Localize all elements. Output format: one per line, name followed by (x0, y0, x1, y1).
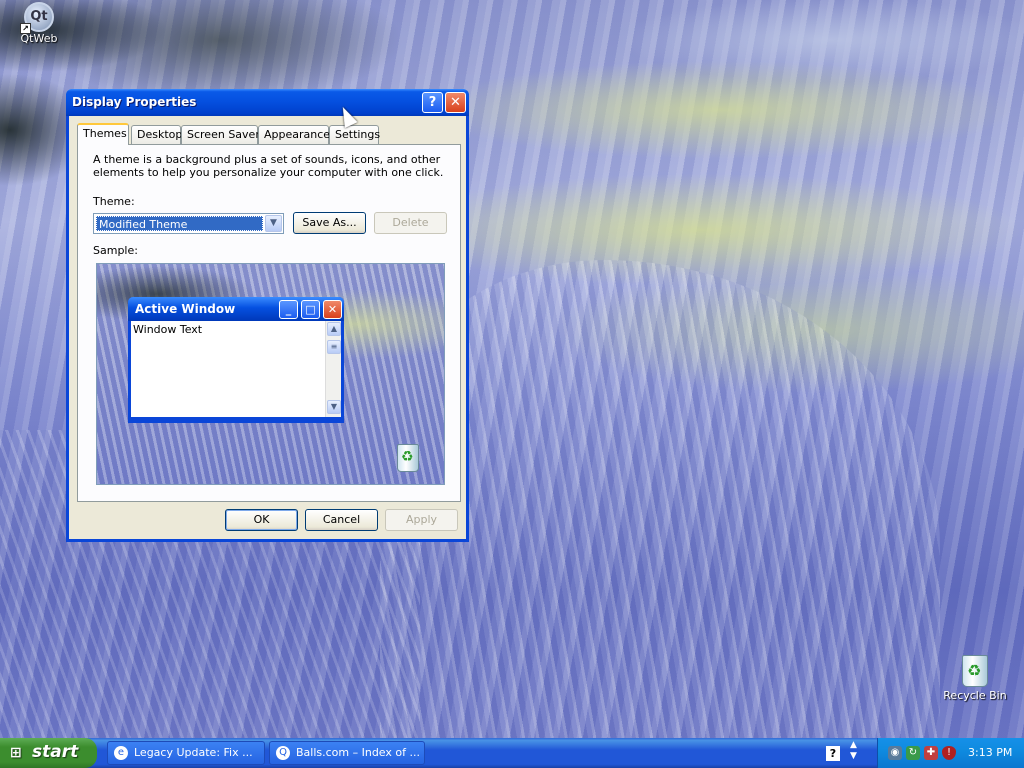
delete-button: Delete (374, 212, 447, 234)
windows-flag-icon: ⊞ (10, 745, 22, 761)
network-icon[interactable]: ◉ (888, 746, 902, 760)
system-tray: ◉ ↻ ✚ ! 3:13 PM (877, 738, 1024, 768)
taskbar-scroll-icon[interactable]: ▲ ▼ (850, 740, 857, 762)
sample-window-title: Active Window (135, 302, 236, 316)
display-properties-dialog: Display Properties ? ✕ Themes Desktop Sc… (66, 89, 469, 542)
theme-label: Theme: (93, 195, 135, 208)
tab-appearance[interactable]: Appearance (258, 125, 330, 144)
clock[interactable]: 3:13 PM (968, 746, 1012, 759)
desktop-icon-recycle-bin[interactable]: Recycle Bin (940, 655, 1010, 702)
close-button[interactable]: ✕ (445, 92, 466, 113)
update-icon[interactable]: ↻ (906, 746, 920, 760)
taskbar-item-label: Legacy Update: Fix ... (134, 746, 253, 759)
themes-tab-panel: A theme is a background plus a set of so… (77, 144, 461, 502)
scroll-thumb: ≡ (327, 340, 341, 354)
tab-screen-saver[interactable]: Screen Saver (181, 125, 260, 144)
chevron-down-icon[interactable]: ▼ (265, 215, 282, 232)
cancel-button[interactable]: Cancel (305, 509, 378, 531)
dialog-titlebar[interactable]: Display Properties ? ✕ (66, 89, 469, 116)
tab-themes[interactable]: Themes (77, 123, 129, 145)
intro-text: A theme is a background plus a set of so… (93, 153, 444, 179)
scroll-up-icon: ▲ (327, 322, 341, 336)
taskbar-item-balls-com[interactable]: Q Balls.com – Index of ... (269, 741, 425, 765)
browser-icon: e (114, 746, 128, 760)
start-label: start (32, 742, 79, 762)
tab-settings[interactable]: Settings (329, 125, 380, 144)
sample-window-text: Window Text (133, 323, 203, 336)
dialog-title: Display Properties (72, 95, 197, 109)
sample-recycle-bin-icon (397, 444, 419, 472)
apply-button: Apply (385, 509, 458, 531)
help-icon[interactable]: ? (826, 746, 840, 761)
taskbar-item-label: Balls.com – Index of ... (296, 746, 420, 759)
sample-window-body: Window Text ▲ ≡ ▼ (131, 321, 341, 417)
tab-desktop[interactable]: Desktop (131, 125, 182, 144)
theme-dropdown-value: Modified Theme (96, 216, 263, 231)
ok-button[interactable]: OK (225, 509, 298, 531)
shield-icon[interactable]: ! (942, 746, 956, 760)
taskbar-item-legacy-update[interactable]: e Legacy Update: Fix ... (107, 741, 265, 765)
minimize-icon: _ (279, 300, 298, 319)
shortcut-arrow-icon: ↗ (20, 23, 31, 34)
dialog-client-area: Themes Desktop Screen Saver Appearance S… (69, 116, 466, 539)
desktop-icon-label: Recycle Bin (943, 689, 1007, 702)
save-as-button[interactable]: Save As... (293, 212, 366, 234)
desktop-icon-qtweb[interactable]: Qt ↗ QtWeb (14, 2, 64, 45)
recycle-bin-icon (962, 655, 988, 687)
qtweb-icon: Qt ↗ (20, 2, 54, 34)
security-icon[interactable]: ✚ (924, 746, 938, 760)
taskbar: ⊞ start e Legacy Update: Fix ... Q Balls… (0, 738, 1024, 768)
sample-active-window: Active Window _ □ ✕ Window Text ▲ ≡ ▼ (128, 297, 344, 423)
start-button[interactable]: ⊞ start (0, 738, 97, 768)
close-icon: ✕ (323, 300, 342, 319)
help-button[interactable]: ? (422, 92, 443, 113)
scroll-down-icon: ▼ (327, 400, 341, 414)
theme-sample-preview: Active Window _ □ ✕ Window Text ▲ ≡ ▼ (96, 263, 445, 485)
sample-label: Sample: (93, 244, 138, 257)
maximize-icon: □ (301, 300, 320, 319)
sample-scrollbar: ▲ ≡ ▼ (325, 321, 341, 417)
theme-dropdown[interactable]: Modified Theme ▼ (93, 213, 284, 234)
sample-window-titlebar: Active Window _ □ ✕ (128, 297, 344, 321)
qtweb-icon: Q (276, 746, 290, 760)
